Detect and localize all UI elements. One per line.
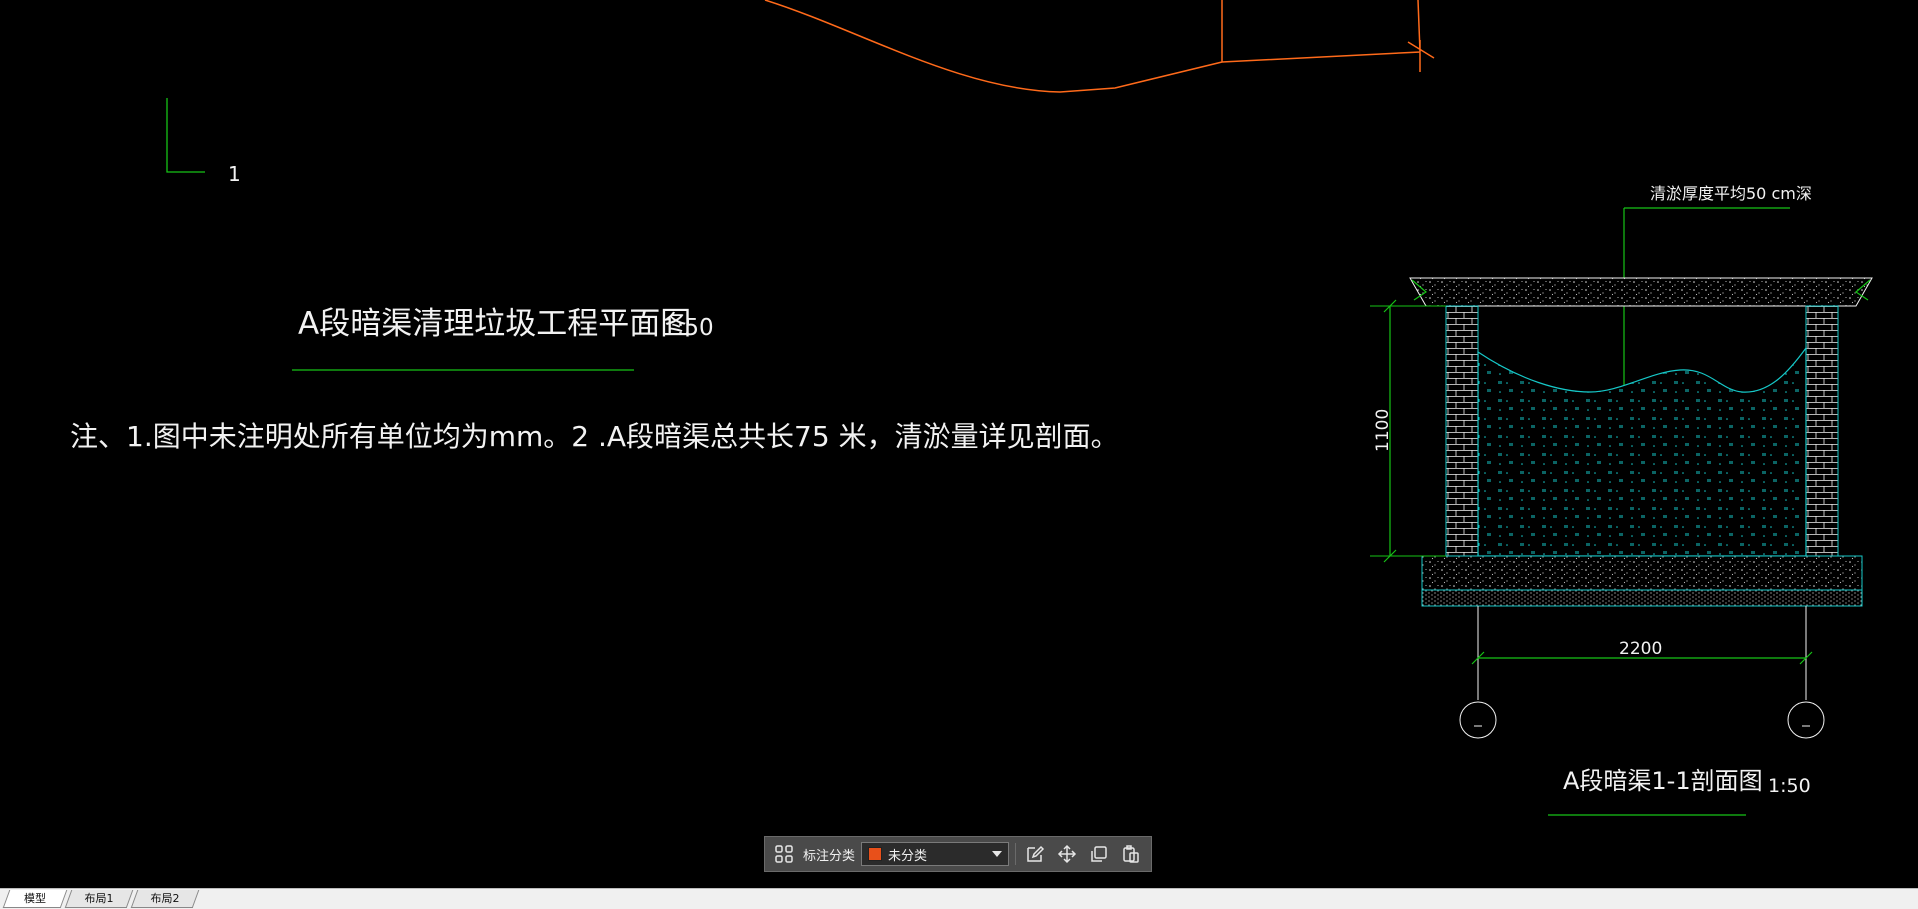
- general-note: 注、1.图中未注明处所有单位均为mm。2 .A段暗渠总共长75 米，清淤量详见剖…: [70, 420, 1119, 453]
- section-scale: 1:50: [1768, 775, 1811, 797]
- annotation-category-label: 标注分类: [803, 848, 856, 864]
- layout-tab-bar: 模型 布局1 布局2: [0, 888, 1918, 909]
- height-dimension: 1100: [1373, 409, 1393, 452]
- toolbar-divider: [1015, 843, 1017, 865]
- plan-scale: 1:50: [662, 315, 714, 341]
- tab-model[interactable]: 模型: [2, 890, 68, 908]
- plan-title: A段暗渠清理垃圾工程平面图: [298, 306, 691, 342]
- category-color-swatch: [868, 847, 883, 861]
- width-dimension: 2200: [1619, 639, 1662, 659]
- copy-icon[interactable]: [1086, 841, 1112, 867]
- section-title: A段暗渠1-1剖面图: [1563, 767, 1763, 795]
- tab-layout1[interactable]: 布局1: [64, 890, 134, 908]
- annotation-category-select[interactable]: 未分类: [861, 842, 1010, 866]
- section-marker-line: [166, 98, 205, 173]
- edit-icon[interactable]: [1022, 841, 1048, 867]
- section-marker-label: 1: [228, 162, 241, 186]
- drawing-canvas[interactable]: 1 A段暗渠清理垃圾工程平面图 1:50 注、1.图中未注明处所有单位均为mm。…: [0, 0, 1918, 888]
- annotation-category-value: 未分类: [888, 848, 928, 864]
- paste-icon[interactable]: [1118, 841, 1144, 867]
- channel-cross-section: 清淤厚度平均50 cm深 1100 2200: [1370, 184, 1873, 739]
- grid-icon[interactable]: [771, 841, 797, 867]
- annotation-toolbar: 标注分类 未分类: [764, 836, 1152, 872]
- tab-layout2[interactable]: 布局2: [130, 890, 200, 908]
- site-boundary-polyline: [764, 0, 1435, 93]
- move-icon[interactable]: [1054, 841, 1080, 867]
- chevron-down-icon: [992, 851, 1003, 857]
- sludge-depth-annotation: 清淤厚度平均50 cm深: [1650, 184, 1812, 203]
